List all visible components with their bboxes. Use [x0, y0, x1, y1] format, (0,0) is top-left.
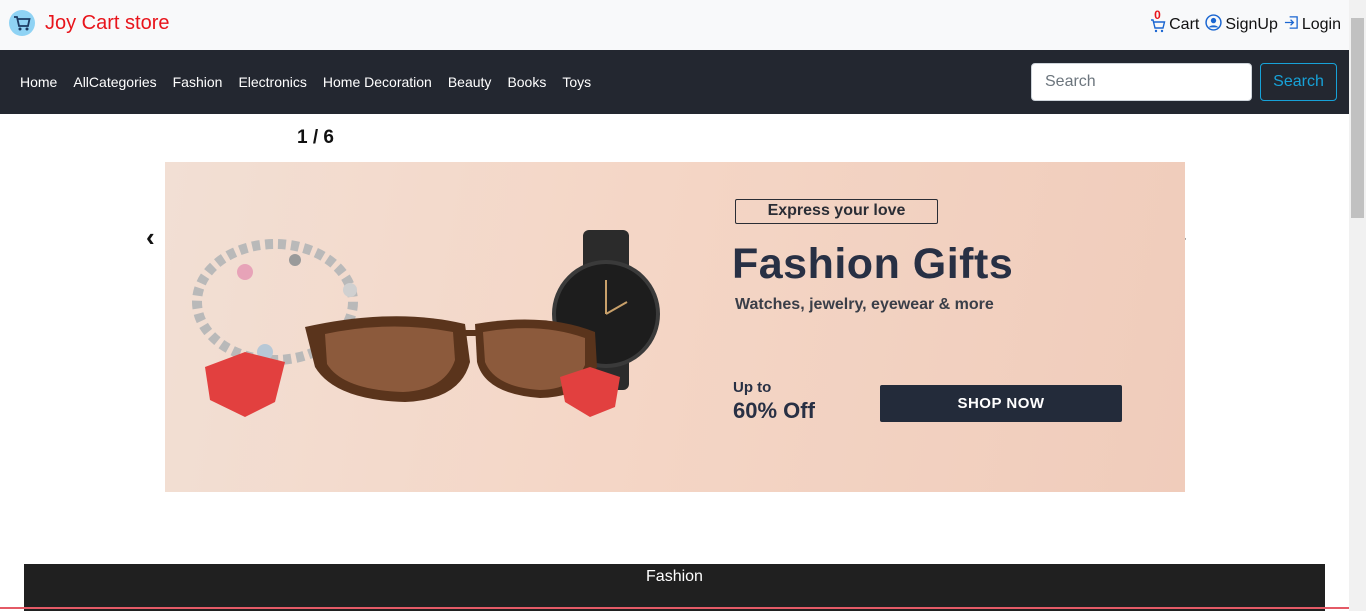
- fashion-section-header: Fashion: [24, 564, 1325, 611]
- page: Joy Cart store 0 Cart SignUp Login Home …: [0, 0, 1366, 611]
- nav-link-home[interactable]: Home: [20, 74, 57, 90]
- slider-prev-arrow[interactable]: ‹: [146, 222, 155, 252]
- main-navbar: Home AllCategories Fashion Electronics H…: [0, 50, 1349, 114]
- login-link[interactable]: Login: [1284, 15, 1341, 35]
- section-title: Fashion: [646, 568, 703, 585]
- search-input[interactable]: [1031, 63, 1252, 101]
- cart-link[interactable]: 0 Cart: [1150, 8, 1200, 34]
- nav-link-fashion[interactable]: Fashion: [173, 74, 223, 90]
- hero-banner[interactable]: Express your love Fashion Gifts Watches,…: [165, 162, 1185, 492]
- scrollbar-thumb[interactable]: [1351, 18, 1364, 218]
- cart-count-badge: 0: [1154, 8, 1161, 22]
- shopping-cart-logo-icon: [9, 10, 35, 36]
- banner-upto: Up to: [733, 379, 772, 396]
- shop-now-button[interactable]: SHOP NOW: [880, 385, 1122, 422]
- search-button[interactable]: Search: [1260, 63, 1337, 101]
- banner-subline: Watches, jewelry, eyewear & more: [735, 296, 994, 313]
- brand[interactable]: Joy Cart store: [9, 10, 169, 36]
- nav-link-allcategories[interactable]: AllCategories: [73, 74, 156, 90]
- nav-link-toys[interactable]: Toys: [562, 74, 591, 90]
- login-icon: [1284, 15, 1299, 35]
- user-circle-icon: [1205, 14, 1223, 36]
- top-bar: Joy Cart store 0 Cart SignUp Login: [0, 0, 1349, 50]
- nav-link-electronics[interactable]: Electronics: [238, 74, 306, 90]
- banner-discount: 60% Off: [733, 398, 815, 423]
- nav-link-beauty[interactable]: Beauty: [448, 74, 492, 90]
- slide-counter: 1 / 6: [297, 127, 334, 148]
- section-divider: [0, 607, 1349, 609]
- nav-link-home-decoration[interactable]: Home Decoration: [323, 74, 432, 90]
- login-label: Login: [1301, 16, 1341, 33]
- banner-headline: Fashion Gifts: [732, 240, 1014, 288]
- page-scrollbar[interactable]: [1349, 0, 1366, 611]
- nav-link-books[interactable]: Books: [507, 74, 546, 90]
- banner-tag: Express your love: [735, 199, 938, 224]
- account-links: 0 Cart SignUp Login: [1144, 8, 1341, 36]
- cart-label: Cart: [1169, 16, 1200, 33]
- brand-name[interactable]: Joy Cart store: [45, 12, 169, 35]
- signup-link[interactable]: SignUp: [1205, 14, 1278, 36]
- cart-icon: 0: [1150, 8, 1166, 34]
- fashion-products-image: [192, 230, 660, 417]
- signup-label: SignUp: [1225, 16, 1278, 33]
- nav-links: Home AllCategories Fashion Electronics H…: [20, 50, 591, 114]
